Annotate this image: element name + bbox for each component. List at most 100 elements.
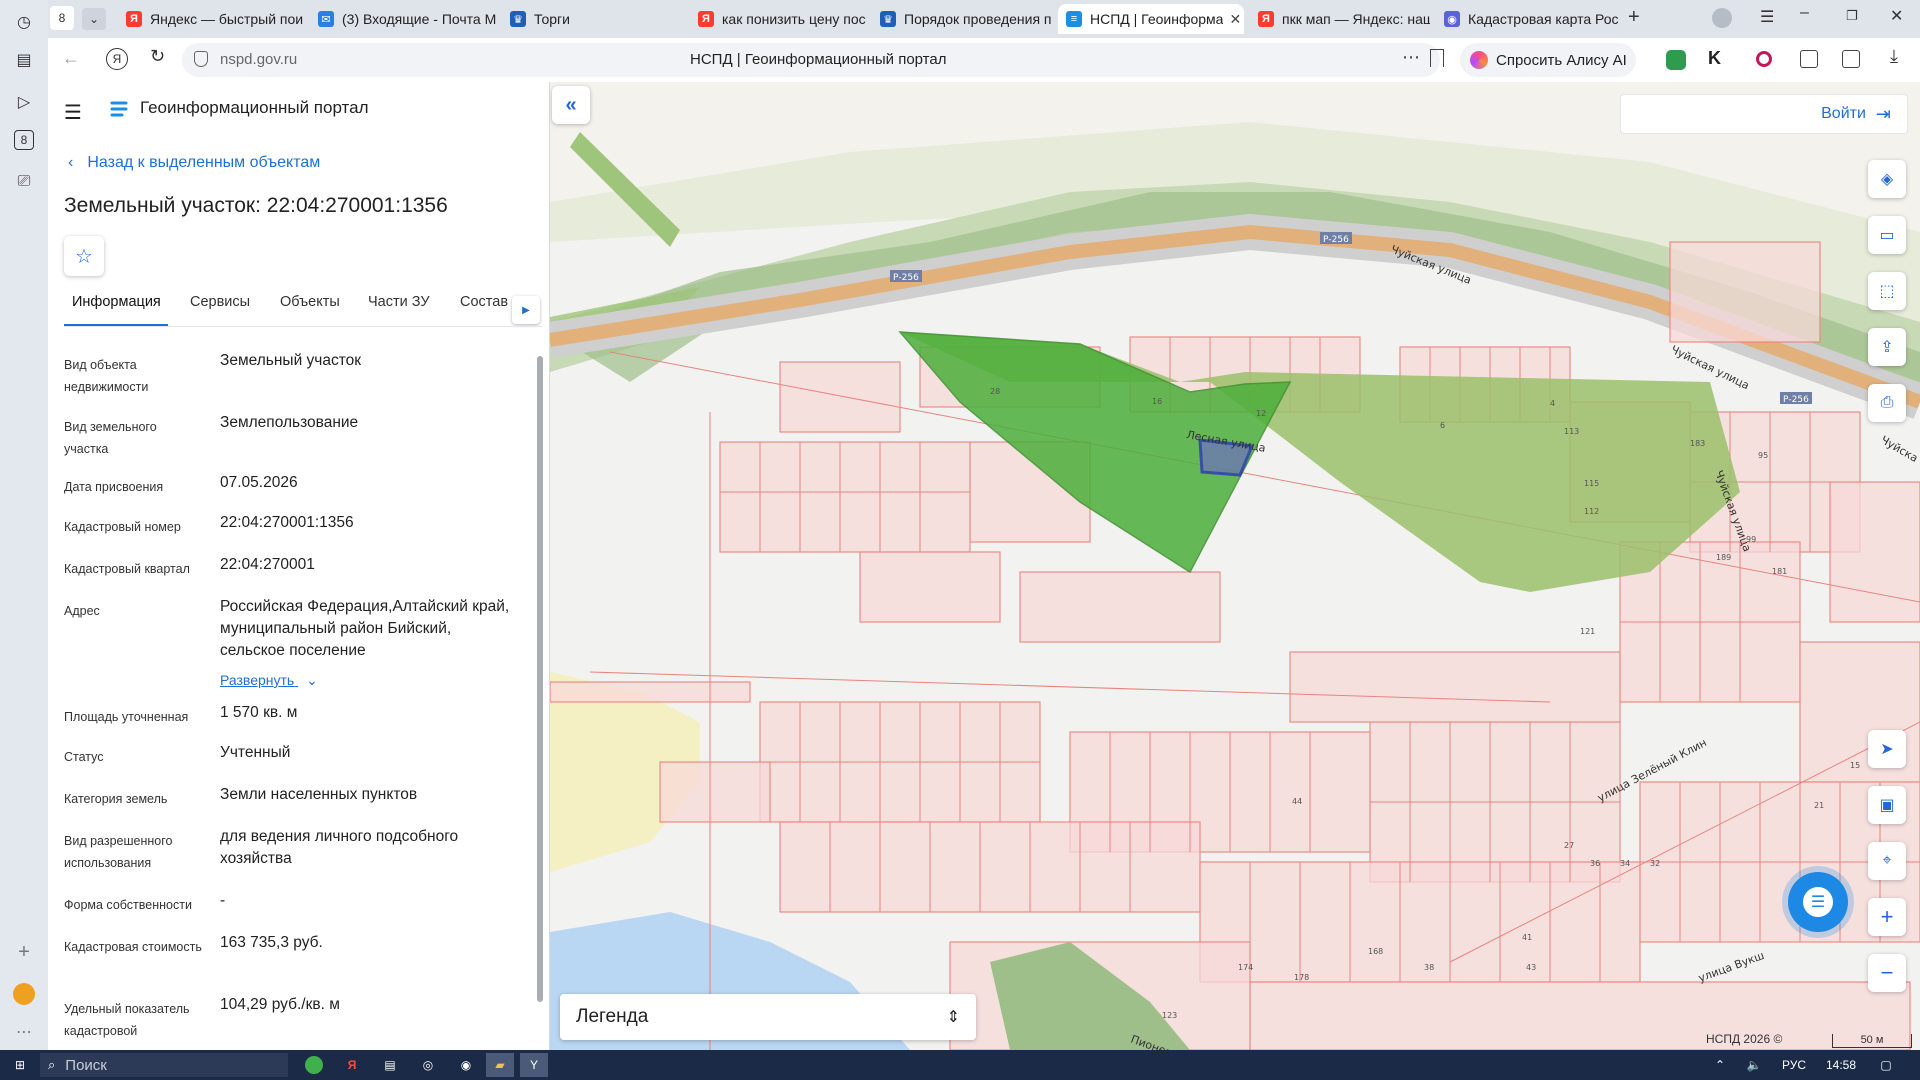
notifications-icon[interactable]: ▢: [1872, 1053, 1900, 1077]
back-link[interactable]: ‹ Назад к выделенным объектам: [68, 154, 320, 172]
legend-panel[interactable]: Легенда ⇕: [560, 994, 976, 1040]
screenshot-icon[interactable]: ⎚: [12, 170, 36, 194]
yandex-logo-icon[interactable]: Я: [106, 48, 128, 70]
extension-shield-icon[interactable]: [1666, 50, 1686, 70]
hamburger-menu-icon[interactable]: ☰: [64, 100, 82, 125]
print-button[interactable]: ⎙: [1868, 384, 1906, 422]
scrollbar-track[interactable]: [536, 348, 544, 1046]
bookmark-icon[interactable]: [1430, 49, 1444, 67]
layers-icon: ◈: [1880, 171, 1894, 188]
menu-icon[interactable]: ☰: [1760, 7, 1774, 27]
taskbar-chrome-icon[interactable]: ◎: [414, 1053, 442, 1077]
browser-tab[interactable]: ◉ Кадастровая карта Рос: [1436, 4, 1620, 34]
map-view[interactable]: Р-256 Р-256 Р-256 Чуйская улица Чуйская ули…: [550, 82, 1920, 1050]
url-field[interactable]: nspd.gov.ru НСПД | Геоинформационный пор…: [182, 43, 1440, 77]
locate-button[interactable]: ➤: [1868, 730, 1906, 768]
login-button[interactable]: Войти ⇥: [1620, 94, 1908, 134]
field-value: для ведения личного подсобного хозяйства: [220, 828, 459, 867]
sidebar-app-icon[interactable]: [12, 982, 36, 1006]
panel-tab[interactable]: Информация: [72, 294, 161, 310]
browser-tab[interactable]: ♛ Торги: [502, 4, 684, 34]
taskbar-app-icon[interactable]: ◉: [452, 1053, 480, 1077]
extension-circle-icon[interactable]: [1756, 51, 1772, 67]
zoom-out-button[interactable]: −: [1868, 954, 1906, 992]
tab-counter[interactable]: 8: [50, 6, 74, 30]
add-icon[interactable]: +: [12, 940, 36, 964]
download-icon[interactable]: ⤓: [1890, 46, 1898, 67]
volume-icon[interactable]: 🔈: [1740, 1053, 1768, 1077]
reload-icon[interactable]: ↻: [150, 46, 165, 67]
map-canvas[interactable]: Р-256Р-256Р-256 Чуйская улицаЧуйская ули…: [550, 82, 1920, 1050]
tray-chevron-icon[interactable]: ⌃: [1706, 1053, 1734, 1077]
copyright-text: НСПД 2026 ©: [1706, 1032, 1783, 1046]
collapse-panel-button[interactable]: «: [552, 86, 590, 124]
layers-button[interactable]: ◈: [1868, 160, 1906, 198]
lot-number: 32: [1650, 859, 1660, 868]
minimap-button[interactable]: ▣: [1868, 786, 1906, 824]
collections-icon[interactable]: ▤: [12, 48, 36, 72]
taskbar-browser-icon[interactable]: Y: [520, 1053, 548, 1077]
close-tab-icon[interactable]: ✕: [1229, 11, 1241, 28]
minimize-icon[interactable]: –: [1800, 4, 1809, 22]
field-value: 163 735,3 руб.: [220, 934, 323, 951]
lot-number: 38: [1424, 963, 1434, 972]
browser-tab[interactable]: Якак понизить цену пос: [690, 4, 866, 34]
history-icon[interactable]: ◷: [12, 10, 36, 34]
lot-number: 28: [990, 387, 1000, 396]
more-icon[interactable]: ⋯: [1402, 47, 1420, 68]
lot-number: 189: [1716, 553, 1731, 562]
windows-start-icon[interactable]: ⊞: [6, 1053, 34, 1077]
zoom-in-button[interactable]: +: [1868, 898, 1906, 936]
taskbar-explorer-icon[interactable]: ▰: [486, 1053, 514, 1077]
browser-tab[interactable]: Япкк мап — Яндекс: наш: [1250, 4, 1430, 34]
browser-tab[interactable]: Я Яндекс — быстрый пои: [118, 4, 304, 34]
search-location-button[interactable]: ⌖: [1868, 842, 1906, 880]
login-icon: ⇥: [1875, 103, 1891, 124]
portal-logo-icon: [108, 98, 130, 120]
favorite-button[interactable]: ☆: [64, 236, 104, 276]
select-area-button[interactable]: ⬚: [1868, 272, 1906, 310]
scrollbar-thumb[interactable]: [537, 356, 543, 1002]
language-indicator[interactable]: РУС: [1782, 1058, 1806, 1072]
sidebar-more-icon[interactable]: ⋯: [12, 1020, 36, 1044]
profile-icon[interactable]: [1712, 8, 1732, 28]
sidebar-badge[interactable]: 8: [14, 130, 34, 150]
maximize-icon[interactable]: ❐: [1846, 8, 1858, 24]
field-value: 104,29 руб./кв. м: [220, 996, 340, 1013]
panel-tab[interactable]: Состав: [460, 294, 508, 310]
taskbar-yandex-icon[interactable]: Я: [338, 1053, 366, 1077]
chevron-down-icon: ⌄: [306, 672, 318, 688]
expand-link[interactable]: Развернуть ⌄: [220, 672, 318, 689]
back-arrow-icon[interactable]: ←: [62, 48, 80, 69]
close-window-icon[interactable]: ✕: [1890, 6, 1903, 26]
browser-tab[interactable]: ✉ (3) Входящие - Почта М: [310, 4, 496, 34]
field-value: Земельный участок: [220, 352, 362, 369]
extension-k-icon[interactable]: K: [1708, 48, 1721, 69]
tabs-scroll-right-button[interactable]: ▶: [512, 296, 540, 324]
share-button[interactable]: ⇪: [1868, 328, 1906, 366]
chevron-left-icon: ‹: [68, 154, 74, 171]
video-icon[interactable]: ▷: [12, 90, 36, 114]
alice-button[interactable]: Спросить Алису AI: [1460, 43, 1636, 77]
panel-tab[interactable]: Сервисы: [190, 294, 250, 310]
extension-badge-icon[interactable]: [1842, 50, 1860, 68]
browser-tab[interactable]: ≡ НСПД | Геоинформа ✕: [1058, 4, 1244, 34]
chat-button[interactable]: ☰: [1788, 872, 1848, 932]
navigation-arrow-icon: ➤: [1880, 741, 1894, 758]
alice-icon: [1470, 51, 1488, 69]
clock[interactable]: 14:58: [1826, 1058, 1856, 1072]
lot-number: 99: [1746, 535, 1756, 544]
panel-tab[interactable]: Объекты: [280, 294, 340, 310]
field-value: Землепользование: [220, 414, 359, 431]
field-value: Российская Федерация,Алтайский край, мун…: [220, 598, 510, 659]
taskbar-search[interactable]: ⌕ Поиск: [40, 1053, 288, 1077]
tab-list-chevron-icon[interactable]: ⌄: [82, 8, 106, 30]
panel-tab[interactable]: Части ЗУ: [368, 294, 430, 310]
extension-puzzle-icon[interactable]: [1800, 50, 1818, 68]
browser-tab[interactable]: ♛ Порядок проведения п: [872, 4, 1052, 34]
mail-icon: ✉: [318, 11, 334, 27]
new-tab-button[interactable]: +: [1628, 6, 1640, 29]
taskbar-document-icon[interactable]: ▤: [376, 1053, 404, 1077]
taskbar-app-green-icon[interactable]: [300, 1053, 328, 1077]
ruler-button[interactable]: ▭: [1868, 216, 1906, 254]
